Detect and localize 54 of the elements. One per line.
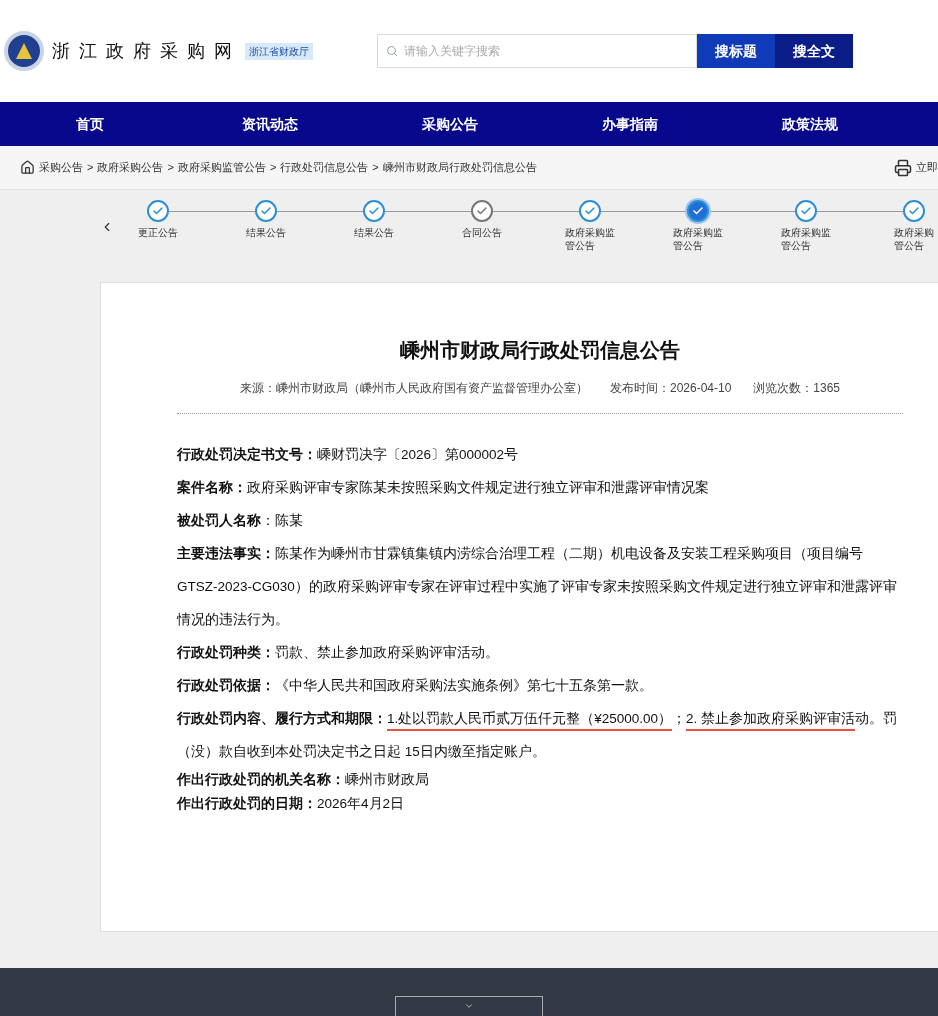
step-label[interactable]: 结果公告: [354, 226, 394, 239]
publish-date: 发布时间：2026-04-10: [609, 380, 732, 397]
article-source: 来源：嵊州市财政局（嵊州市人民政府国有资产监督管理办公室）: [239, 380, 588, 397]
notice-paragraph: 行政处罚决定书文号：嵊财罚决字〔2026〕第000002号: [177, 446, 520, 464]
nav-link[interactable]: 资讯动态: [180, 102, 360, 146]
chevron-down-icon: [464, 1001, 474, 1011]
notice-paragraph: 主要违法事实：陈某作为嵊州市甘霖镇集镇内涝综合治理工程（二期）机电设备及安装工程采购项目（项目编号GTSZ-2023-CG030）的政府采购评审专家在评审过程中实施了评审专家未按照采购文件规定进行独立评审和泄露评审情况的违法行为。: [177, 545, 898, 629]
check-icon: [800, 205, 812, 217]
step-label[interactable]: 合同公告: [462, 226, 502, 239]
breadcrumb-link[interactable]: 行政处罚信息公告: [280, 159, 369, 176]
check-icon: [260, 205, 272, 217]
breadcrumb-separator: >: [372, 160, 379, 176]
breadcrumb-link[interactable]: 政府采购公告: [97, 159, 164, 176]
print-link[interactable]: 立即: [916, 159, 938, 176]
nav-link[interactable]: 办事指南: [540, 102, 720, 146]
step-label[interactable]: 政府采购监 管公告: [781, 226, 831, 252]
notice-paragraph: 案件名称：政府采购评审专家陈某未按照采购文件规定进行独立评审和泄露评审情况案: [177, 479, 710, 497]
search-button[interactable]: 搜全文: [775, 34, 853, 68]
breadcrumb-link[interactable]: 嵊州市财政局行政处罚信息公告: [382, 159, 537, 176]
step-label[interactable]: 结果公告: [246, 226, 286, 239]
check-icon: [368, 205, 380, 217]
nav-link[interactable]: 首页: [0, 102, 180, 146]
view-count: 浏览次数：1365: [753, 380, 841, 397]
search-button[interactable]: 搜标题: [697, 34, 775, 68]
article-title: 嵊州市财政局行政处罚信息公告: [399, 338, 681, 363]
check-icon: [692, 205, 704, 217]
check-icon: [152, 205, 164, 217]
notice-paragraph: 被处罚人名称：陈某: [177, 512, 304, 530]
search-field[interactable]: 请输入关键字搜索: [377, 34, 697, 68]
nav-link[interactable]: 采购公告: [360, 102, 540, 146]
nav-link[interactable]: 政策法规: [720, 102, 900, 146]
breadcrumb-separator: >: [87, 160, 94, 176]
search-icon: [386, 45, 398, 57]
check-icon: [476, 205, 488, 217]
notice-paragraph: 作出行政处罚的机关名称：嵊州市财政局: [177, 771, 430, 789]
site-name: 浙江政府采购网: [52, 39, 241, 63]
step-label[interactable]: 政府采购监 管公告: [673, 226, 723, 252]
check-icon: [908, 205, 920, 217]
home-icon[interactable]: [20, 160, 35, 175]
breadcrumb-separator: >: [269, 160, 277, 176]
logo-icon: [4, 31, 44, 71]
breadcrumb-link[interactable]: 采购公告: [39, 159, 83, 176]
notice-paragraph: 作出行政处罚的日期：2026年4月2日: [177, 795, 406, 813]
notice-paragraph: 行政处罚种类：罚款、禁止参加政府采购评审活动。: [177, 644, 500, 662]
step-label[interactable]: 更正公告: [138, 226, 178, 239]
breadcrumb-separator: >: [167, 160, 174, 176]
step-label[interactable]: 政府采购监 管公告: [565, 226, 615, 252]
step-label[interactable]: 政府采购 管公告: [894, 226, 934, 252]
notice-paragraph: 行政处罚依据：《中华人民共和国政府采购法实施条例》第七十五条第一款。: [177, 677, 654, 695]
breadcrumb-link[interactable]: 政府采购监管公告: [177, 159, 266, 176]
notice-paragraph: 行政处罚内容、履行方式和期限：1.处以罚款人民币贰万伍仟元整（¥25000.00）；2. 禁止参加政府采购评审活动。罚（没）款自收到本处罚决定书之日起 15日内缴至指定账户。: [177, 710, 899, 761]
department-badge: 浙江省财政厅: [245, 42, 313, 60]
check-icon: [584, 205, 596, 217]
print-icon[interactable]: [894, 158, 912, 177]
